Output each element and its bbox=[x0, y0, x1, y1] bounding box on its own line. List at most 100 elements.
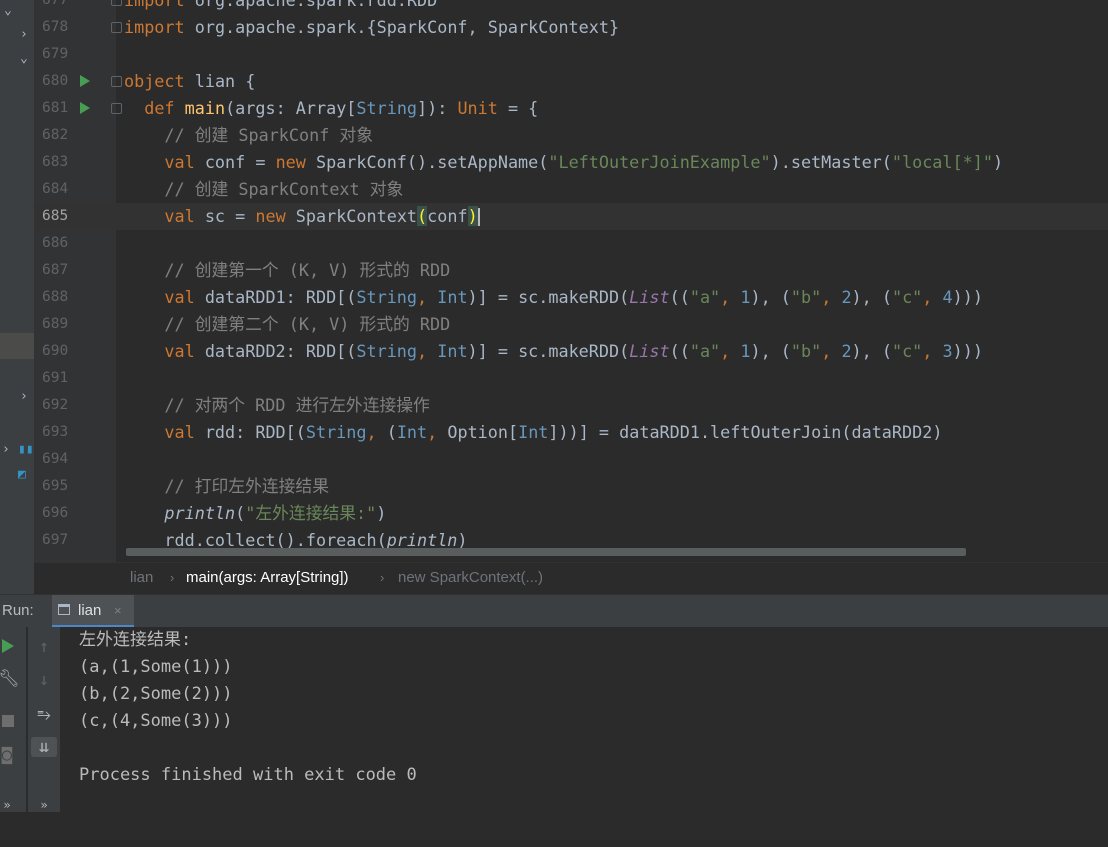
code-token: dataRDD2: RDD[( bbox=[204, 341, 357, 361]
code-token: "b" bbox=[790, 287, 822, 307]
chevron-right-icon: › bbox=[170, 570, 175, 585]
line-number[interactable]: 697 bbox=[42, 527, 74, 554]
code-token: new bbox=[255, 206, 296, 226]
line-number[interactable]: 680 bbox=[42, 68, 74, 95]
code-token: conf bbox=[427, 206, 468, 226]
code-token: import bbox=[124, 0, 195, 10]
code-token: object bbox=[124, 71, 195, 91]
code-token: = { bbox=[497, 98, 539, 118]
code-line[interactable]: 683 val conf = new SparkConf().setAppNam… bbox=[34, 149, 1108, 176]
code-line[interactable]: 694 bbox=[34, 446, 1108, 473]
code-token: Int bbox=[518, 422, 549, 442]
more-icon[interactable]: » bbox=[31, 795, 57, 815]
code-line[interactable]: 693 val rdd: RDD[(String, (Int, Option[I… bbox=[34, 419, 1108, 446]
code-token: val bbox=[124, 341, 205, 361]
line-number[interactable]: 693 bbox=[42, 419, 74, 446]
code-line[interactable]: 686 bbox=[34, 230, 1108, 257]
code-line[interactable]: 689 // 创建第二个 (K, V) 形式的 RDD bbox=[34, 311, 1108, 338]
line-number[interactable]: 682 bbox=[42, 122, 74, 149]
run-tab-lian[interactable]: lian × bbox=[52, 595, 134, 627]
line-number[interactable]: 688 bbox=[42, 284, 74, 311]
code-line[interactable]: 678 import org.apache.spark.{SparkConf, S… bbox=[34, 14, 1108, 41]
line-number[interactable]: 692 bbox=[42, 392, 74, 419]
rerun-icon[interactable] bbox=[2, 639, 14, 653]
run-gutter-icon[interactable] bbox=[80, 102, 90, 114]
code-line[interactable]: 692 // 对两个 RDD 进行左外连接操作 bbox=[34, 392, 1108, 419]
code-token: , bbox=[417, 341, 438, 361]
code-token: ).setMaster( bbox=[770, 152, 892, 172]
code-token: ]))] = dataRDD1.leftOuterJoin(dataRDD2) bbox=[548, 422, 943, 442]
close-icon[interactable]: × bbox=[114, 595, 122, 626]
code-line[interactable]: 681 def main(args: Array[String]): Unit … bbox=[34, 95, 1108, 122]
arrow-up-icon[interactable]: ↑ bbox=[31, 637, 57, 657]
fold-marker-icon[interactable] bbox=[111, 22, 122, 33]
line-number[interactable]: 679 bbox=[42, 41, 74, 68]
fold-marker-icon[interactable] bbox=[111, 0, 122, 6]
fold-marker-icon[interactable] bbox=[111, 103, 122, 114]
code-line[interactable]: 696 println("左外连接结果:") bbox=[34, 500, 1108, 527]
code-line[interactable]: 685 val sc = new SparkContext(conf) bbox=[34, 203, 1108, 230]
code-token: ))) bbox=[952, 287, 983, 307]
line-number[interactable]: 689 bbox=[42, 311, 74, 338]
project-tree-selected-row[interactable] bbox=[0, 333, 34, 359]
camera-icon[interactable]: ◙ bbox=[0, 745, 20, 765]
chevron-down-icon[interactable]: ⌄ bbox=[20, 52, 28, 65]
code-line[interactable]: 677 import org.apache.spark.rdd.RDD bbox=[34, 0, 1108, 14]
line-number[interactable]: 695 bbox=[42, 473, 74, 500]
code-line[interactable]: 695 // 打印左外连接结果 bbox=[34, 473, 1108, 500]
code-token: List bbox=[629, 287, 670, 307]
code-token: // 创建第一个 (K, V) 形式的 RDD bbox=[124, 260, 451, 280]
line-number[interactable]: 678 bbox=[42, 14, 74, 41]
line-number[interactable]: 691 bbox=[42, 365, 74, 392]
code-line[interactable]: 691 bbox=[34, 365, 1108, 392]
code-text: // 打印左外连接结果 bbox=[124, 473, 329, 500]
code-line[interactable]: 680 object lian { bbox=[34, 68, 1108, 95]
code-token: "LeftOuterJoinExample" bbox=[548, 152, 771, 172]
code-token: val bbox=[124, 287, 205, 307]
code-line[interactable]: 682 // 创建 SparkConf 对象 bbox=[34, 122, 1108, 149]
code-token: rdd: RDD[( bbox=[204, 422, 306, 442]
code-line[interactable]: 690 val dataRDD2: RDD[(String, Int)] = s… bbox=[34, 338, 1108, 365]
line-number[interactable]: 694 bbox=[42, 446, 74, 473]
line-number[interactable]: 690 bbox=[42, 338, 74, 365]
code-line[interactable]: 684 // 创建 SparkContext 对象 bbox=[34, 176, 1108, 203]
code-line[interactable]: 687 // 创建第一个 (K, V) 形式的 RDD bbox=[34, 257, 1108, 284]
soft-wrap-icon[interactable]: ⥱ bbox=[31, 705, 57, 725]
breadcrumb-item-expression[interactable]: new SparkContext(...) bbox=[398, 563, 543, 593]
code-token: ), ( bbox=[750, 341, 791, 361]
breadcrumb-item-method[interactable]: main(args: Array[String]) bbox=[186, 563, 349, 593]
line-number[interactable]: 683 bbox=[42, 149, 74, 176]
code-token: import bbox=[124, 17, 195, 37]
line-number[interactable]: 684 bbox=[42, 176, 74, 203]
stop-icon[interactable] bbox=[2, 715, 14, 727]
wrench-icon[interactable]: 🔧︎ bbox=[0, 669, 22, 689]
line-number[interactable]: 685 bbox=[42, 203, 74, 230]
arrow-down-icon[interactable]: ↓ bbox=[31, 670, 57, 690]
code-editor[interactable]: 677 import org.apache.spark.rdd.RDD 678 imp… bbox=[34, 0, 1108, 562]
code-text: // 创建 SparkContext 对象 bbox=[124, 176, 403, 203]
code-token: , bbox=[922, 341, 943, 361]
code-line[interactable]: 679 bbox=[34, 41, 1108, 68]
line-number[interactable]: 687 bbox=[42, 257, 74, 284]
line-number[interactable]: 681 bbox=[42, 95, 74, 122]
line-number[interactable]: 686 bbox=[42, 230, 74, 257]
run-tab-label: lian bbox=[78, 602, 102, 619]
scroll-to-end-icon[interactable]: ⇊ bbox=[31, 737, 57, 757]
code-token: , bbox=[821, 341, 842, 361]
code-token: val bbox=[124, 152, 205, 172]
chevron-right-icon[interactable]: › bbox=[20, 390, 28, 403]
code-text: val rdd: RDD[(String, (Int, Option[Int])… bbox=[124, 419, 942, 446]
chevron-down-icon[interactable]: ⌄ bbox=[4, 4, 12, 17]
chevron-right-icon[interactable]: › bbox=[2, 443, 10, 456]
chevron-right-icon[interactable]: › bbox=[20, 28, 28, 41]
console-output[interactable]: 左外连接结果: (a,(1,Some(1))) (b,(2,Some(2))) … bbox=[62, 627, 1108, 812]
horizontal-scrollbar[interactable] bbox=[126, 548, 966, 556]
more-icon[interactable]: » bbox=[0, 795, 20, 815]
fold-marker-icon[interactable] bbox=[111, 76, 122, 87]
line-number[interactable]: 696 bbox=[42, 500, 74, 527]
breadcrumb-item-object[interactable]: lian bbox=[130, 563, 153, 593]
line-number[interactable]: 677 bbox=[42, 0, 74, 14]
code-line[interactable]: 688 val dataRDD1: RDD[(String, Int)] = s… bbox=[34, 284, 1108, 311]
run-gutter-icon[interactable] bbox=[80, 75, 90, 87]
